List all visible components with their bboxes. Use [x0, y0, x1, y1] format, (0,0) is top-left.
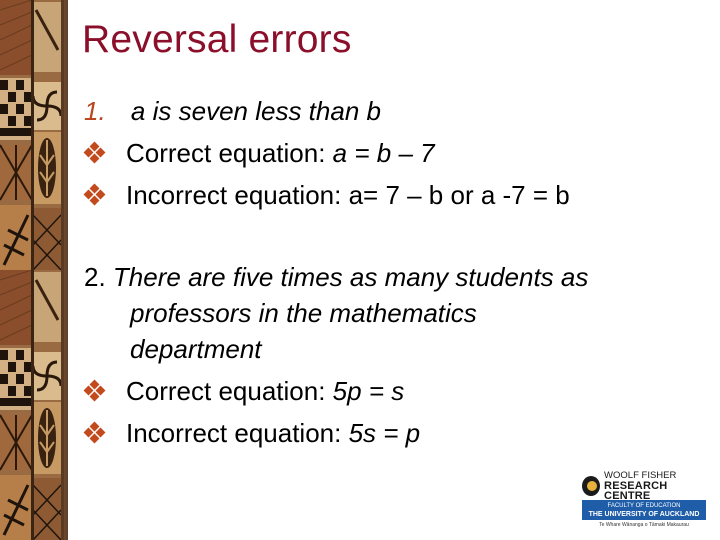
tapa-pattern-icon	[0, 0, 68, 540]
logo-university-band: FACULTY OF EDUCATION THE UNIVERSITY OF A…	[582, 500, 706, 520]
item-2-incorrect-row: Incorrect equation: 5s = p	[83, 418, 421, 449]
item-1-number: 1.	[84, 96, 106, 126]
item-2-incorrect-equation: 5s = p	[348, 418, 421, 448]
logo-university: THE UNIVERSITY OF AUCKLAND	[588, 511, 700, 518]
item-2-statement-line-3: department	[130, 334, 262, 364]
item-2-correct-equation: 5p = s	[332, 376, 405, 406]
diamond-cluster-icon	[83, 141, 106, 164]
slide-title: Reversal errors	[82, 18, 352, 61]
diamond-cluster-icon	[83, 421, 106, 444]
woolf-fisher-logo: WOOLF FISHER RESEARCH CENTRE FACULTY OF …	[582, 471, 706, 530]
item-2-correct-label: Correct equation:	[126, 376, 333, 406]
item-2-statement-line-2: professors in the mathematics	[130, 298, 477, 328]
diamond-cluster-icon	[83, 379, 106, 402]
item-2-number: 2.	[84, 262, 106, 292]
tapa-torn-edge	[64, 0, 68, 540]
item-1-correct-label: Correct equation:	[126, 138, 333, 168]
item-1-incorrect-row: Incorrect equation: a= 7 – b or a -7 = b	[83, 180, 570, 211]
item-1-correct-equation: a = b – 7	[332, 138, 435, 168]
item-1-correct-row: Correct equation: a = b – 7	[83, 138, 435, 169]
logo-tagline: Te Whare Wānanga o Tāmaki Makaurau	[599, 522, 689, 528]
item-1-statement-row: 1. a is seven less than b	[84, 96, 381, 127]
item-2-statement-row: 2. There are five times as many students…	[84, 262, 588, 293]
logo-faculty: FACULTY OF EDUCATION	[607, 503, 681, 509]
item-1-incorrect-label: Incorrect equation: a= 7 – b or a -7 = b	[126, 180, 570, 210]
item-2-incorrect-label: Incorrect equation:	[126, 418, 349, 448]
logo-name-line-2: RESEARCH CENTRE	[604, 480, 668, 502]
tapa-cloth-border	[0, 0, 68, 540]
research-centre-emblem-icon	[582, 476, 601, 496]
item-1-statement: a is seven less than b	[130, 96, 381, 126]
item-2-correct-row: Correct equation: 5p = s	[83, 376, 405, 407]
diamond-cluster-icon	[83, 183, 106, 206]
item-2-statement-line-1: There are five times as many students as	[112, 262, 589, 292]
